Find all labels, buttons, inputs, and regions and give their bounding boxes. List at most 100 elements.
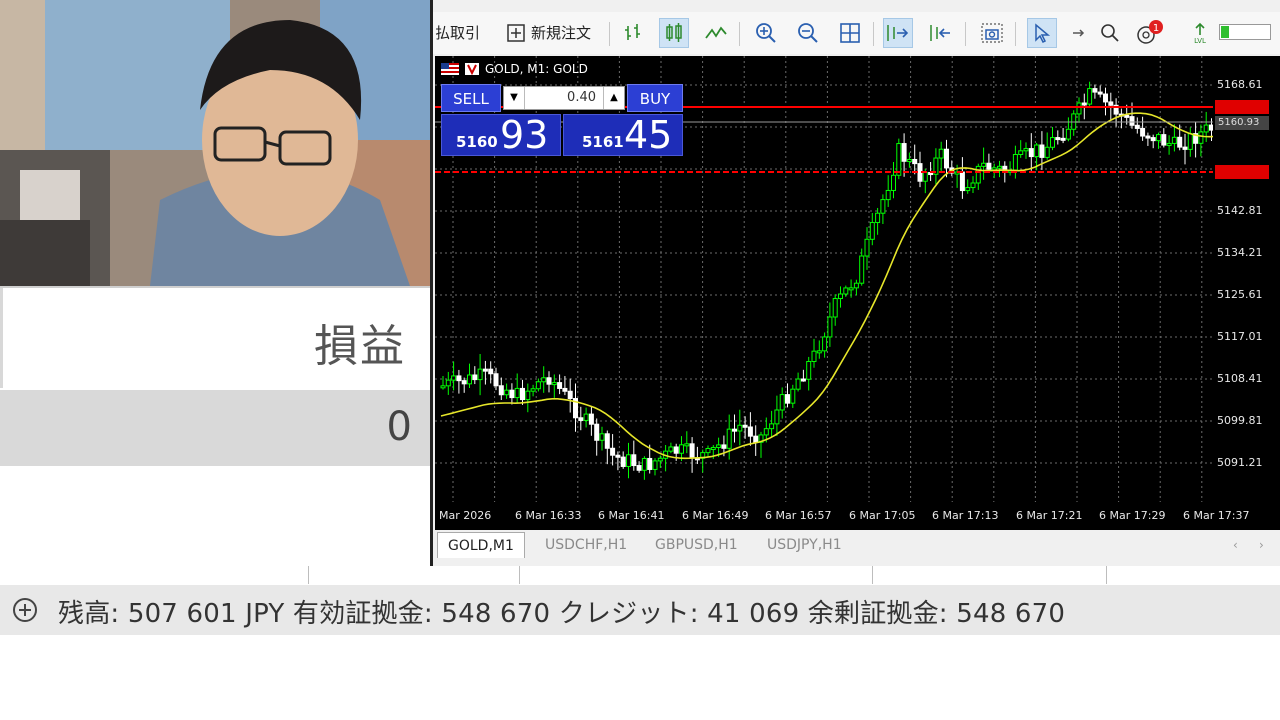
candle [901,143,907,162]
candle [785,394,790,404]
time-label: 6 Mar 16:41 [598,509,665,522]
price-label: 5091.21 [1217,456,1263,469]
volume-input[interactable]: ▼ 0.40 ▲ [503,86,625,110]
chart-shift-icon[interactable] [925,18,955,48]
candle [875,212,881,224]
candle [790,388,796,404]
candle [991,167,997,171]
profit-row[interactable]: 0 [0,390,430,466]
candle [1076,102,1082,115]
candle [997,165,1002,169]
candle [1182,146,1188,150]
auto-scroll-icon[interactable] [883,18,913,48]
line-chart-icon[interactable] [701,18,731,48]
candle [816,350,822,354]
buy-button[interactable]: BUY [627,84,683,112]
candle [827,316,833,338]
candle [822,336,828,352]
time-axis[interactable]: Mar 2026 6 Mar 16:33 6 Mar 16:41 6 Mar 1… [435,502,1280,530]
tab-gbpusd-h1[interactable]: GBPUSD,H1 [645,532,748,558]
candle [652,460,658,470]
new-order-icon[interactable] [501,18,531,48]
zoom-out-icon[interactable] [793,18,823,48]
tab-usdchf-h1[interactable]: USDCHF,H1 [535,532,637,558]
candle [440,385,446,389]
candle [763,428,769,436]
time-label: 6 Mar 16:57 [765,509,832,522]
partial-close-label[interactable]: 払取引 [435,22,480,43]
candle [1145,135,1151,139]
candle [1087,88,1093,105]
cursor-icon[interactable] [1027,18,1057,48]
screenshot-icon[interactable] [977,18,1007,48]
account-status-bar: 残高: 507 601 JPY 有効証拠金: 548 670 クレジット: 41… [0,585,1280,635]
time-label: 6 Mar 17:05 [849,509,916,522]
candle [482,368,488,372]
price-label: 5108.41 [1217,372,1263,385]
volume-increase-icon[interactable]: ▲ [603,87,624,109]
time-label: 6 Mar 17:13 [932,509,999,522]
bar-chart-icon[interactable] [619,18,649,48]
volume-decrease-icon[interactable]: ▼ [504,87,525,109]
notification-count: 1 [1153,23,1159,34]
price-chart[interactable]: GOLD, M1: GOLD SELL ▼ 0.40 ▲ BUY 5160 93… [435,56,1213,502]
tab-gold-m1[interactable]: GOLD,M1 [437,532,525,558]
volume-value[interactable]: 0.40 [567,90,596,105]
candle [800,378,806,382]
candle [747,426,753,437]
buy-price-main: 45 [624,113,673,157]
tabs-scroll-right-icon[interactable]: › [1259,538,1264,552]
candle [578,417,584,421]
candle [1060,137,1066,141]
arrow-right-icon[interactable] [1063,18,1093,48]
candle [562,387,568,392]
candle [493,373,499,387]
candle [610,447,616,456]
candle [1097,91,1103,95]
price-axis[interactable]: 5160.93 5168.61 5142.81 5134.21 5125.61 … [1213,56,1280,502]
candle [1150,137,1156,142]
account-summary: 残高: 507 601 JPY 有効証拠金: 548 670 クレジット: 41… [58,599,1066,629]
sell-button[interactable]: SELL [441,84,501,112]
grid-icon[interactable] [835,18,865,48]
expand-plus-icon[interactable] [12,597,38,623]
candle [525,390,531,401]
candle [912,158,918,165]
level-tag-upper [1215,100,1269,114]
candle [779,394,785,411]
candle [981,162,987,167]
candle [647,457,653,470]
new-order-button[interactable]: 新規注文 [531,22,591,43]
tabs-scroll-left-icon[interactable]: ‹ [1233,538,1238,552]
candle [541,377,547,383]
candle [673,446,679,454]
candle [1108,101,1114,106]
candle [965,187,971,192]
candle [843,287,849,295]
candle [641,457,647,471]
notifications-icon[interactable]: 1 [1135,18,1165,48]
candle [970,182,976,189]
buy-price-button[interactable]: 5161 45 [563,113,683,157]
time-label: 6 Mar 17:21 [1016,509,1083,522]
candle [795,378,801,390]
candle [922,172,928,182]
svg-text:LVL: LVL [1194,37,1206,45]
candlestick-icon[interactable] [659,18,689,48]
zoom-in-icon[interactable] [751,18,781,48]
price-label: 5168.61 [1217,78,1263,91]
sell-price-button[interactable]: 5160 93 [441,113,561,157]
search-icon[interactable] [1095,18,1125,48]
candle [1134,124,1140,129]
sell-price-prefix: 5160 [456,133,498,151]
candle [959,171,965,192]
column-dividers [0,566,1280,586]
candle [732,428,737,432]
candle [451,375,457,381]
chart-toolbar: 払取引 新規注文 1 LVL [433,12,1280,54]
tab-usdjpy-h1[interactable]: USDJPY,H1 [757,532,852,558]
candle [1103,93,1108,103]
signal-icon[interactable]: LVL [1185,18,1215,48]
time-label: Mar 2026 [439,509,492,522]
candle [594,423,600,441]
